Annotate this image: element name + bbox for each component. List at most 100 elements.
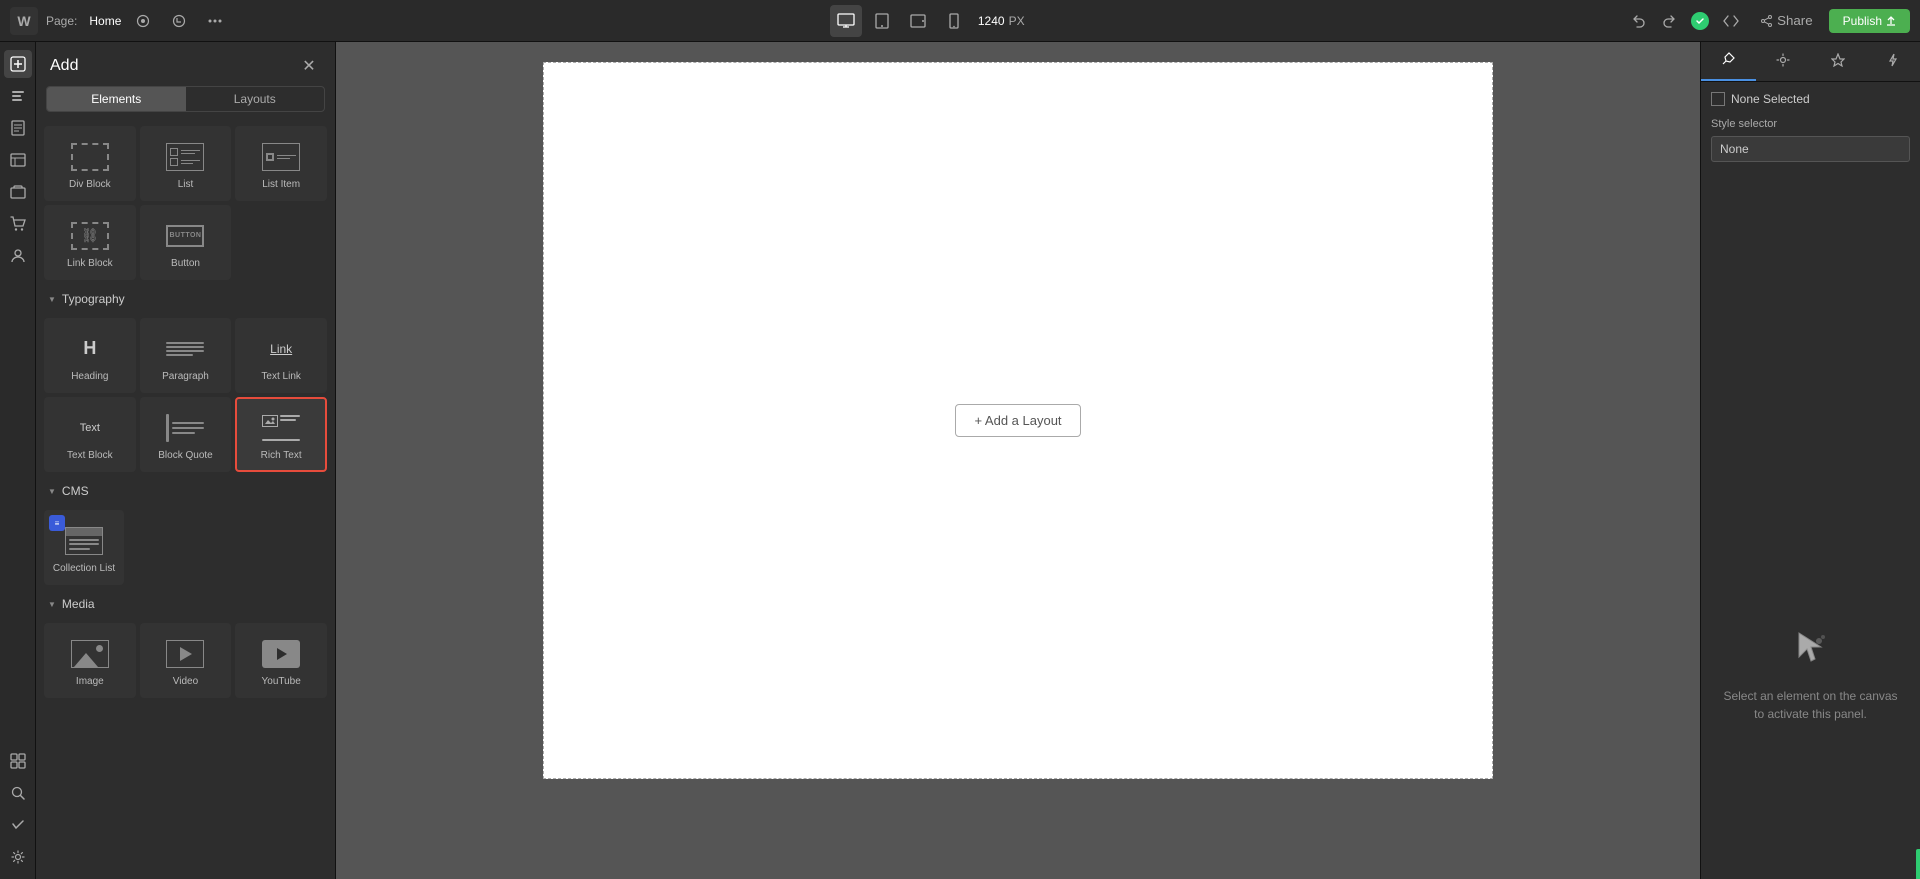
add-layout-button[interactable]: + Add a Layout [955,404,1080,437]
element-youtube[interactable]: YouTube [235,623,327,698]
typography-chevron: ▼ [48,295,56,304]
element-div-block[interactable]: Div Block [44,126,136,201]
media-section-header[interactable]: ▼ Media [36,591,335,617]
tablet-device-btn[interactable] [866,5,898,37]
page-name: Home [89,14,121,28]
cms-icon[interactable] [4,146,32,174]
close-panel-button[interactable]: ✕ [297,54,321,78]
right-panel-content: None Selected Style selector [1701,82,1920,471]
heading-icon: H [67,331,113,367]
cms-label: CMS [62,484,89,498]
collection-list-label: Collection List [53,563,115,575]
users-icon[interactable] [4,242,32,270]
text-block-icon: Text [67,410,113,446]
button-icon: BUTTON [162,218,208,254]
topbar-center: 1240 PX [830,5,1025,37]
link-block-icon: ⛓ [67,218,113,254]
heading-label: Heading [71,371,108,383]
page-label: Page: [46,14,77,28]
undo-preview-icon[interactable] [165,7,193,35]
style-selector-input[interactable] [1711,136,1910,162]
typography-label: Typography [62,292,125,306]
tab-style[interactable] [1701,42,1756,81]
pages-icon[interactable] [4,114,32,142]
typography-grid: H Heading Paragraph [36,312,335,478]
cms-chevron: ▼ [48,487,56,496]
tab-interactions[interactable] [1811,42,1866,81]
canvas-scroll[interactable]: + Add a Layout [336,42,1700,799]
element-button[interactable]: BUTTON Button [140,205,232,280]
topbar: W Page: Home 1240 PX [0,0,1920,42]
basic-elements-grid: Div Block [36,120,335,286]
canvas-bottom-bar [336,799,1700,879]
element-text-block[interactable]: Text Text Block [44,397,136,472]
add-panel: Add ✕ Elements Layouts Div Block [36,42,336,879]
element-text-link[interactable]: Link Text Link [235,318,327,393]
app-logo: W [10,7,38,35]
panel-content: Div Block [36,120,335,879]
tab-lightning[interactable] [1865,42,1920,81]
none-checkbox [1711,92,1725,106]
redo-button[interactable] [1655,7,1683,35]
element-link-block[interactable]: ⛓ Link Block [44,205,136,280]
integrations-icon[interactable] [4,747,32,775]
share-button[interactable]: Share [1753,9,1821,32]
tab-elements[interactable]: Elements [47,87,186,111]
dots-menu-icon[interactable] [201,7,229,35]
tab-layouts[interactable]: Layouts [186,87,325,111]
canvas-unit: PX [1009,14,1025,28]
element-rich-text[interactable]: Rich Text [235,397,327,472]
assets-icon[interactable] [4,178,32,206]
undo-redo-group [1625,7,1683,35]
page-settings-icon[interactable] [129,7,157,35]
publish-status-icon [1691,12,1709,30]
share-label: Share [1777,13,1813,28]
add-elements-icon[interactable] [4,50,32,78]
element-list[interactable]: List [140,126,232,201]
element-image[interactable]: Image [44,623,136,698]
canvas-page[interactable]: + Add a Layout [543,62,1493,779]
none-selected-label: None Selected [1731,92,1810,106]
rich-text-label: Rich Text [261,450,302,462]
code-editor-button[interactable] [1717,7,1745,35]
mobile-device-btn[interactable] [938,5,970,37]
undo-button[interactable] [1625,7,1653,35]
navigator-icon[interactable] [4,82,32,110]
element-heading[interactable]: H Heading [44,318,136,393]
div-block-label: Div Block [69,179,111,191]
video-label: Video [173,676,198,688]
right-panel-tabs [1701,42,1920,82]
ecommerce-icon[interactable] [4,210,32,238]
publish-button[interactable]: Publish [1829,9,1910,33]
tab-settings-right[interactable] [1756,42,1811,81]
publish-label: Publish [1843,14,1882,28]
element-block-quote[interactable]: Block Quote [140,397,232,472]
text-link-label: Text Link [261,371,300,383]
element-list-item[interactable]: List Item [235,126,327,201]
element-video[interactable]: Video [140,623,232,698]
search-icon[interactable] [4,779,32,807]
cursor-icon [1791,627,1831,675]
button-label: Button [171,258,200,270]
media-grid: Image Video YouTub [36,617,335,704]
cms-item-area: ≡ Collection List [36,504,335,591]
cms-section-header[interactable]: ▼ CMS [36,478,335,504]
typography-section-header[interactable]: ▼ Typography [36,286,335,312]
video-icon [162,636,208,672]
desktop-device-btn[interactable] [830,5,862,37]
tablet-landscape-btn[interactable] [902,5,934,37]
rich-text-icon [258,410,304,446]
element-paragraph[interactable]: Paragraph [140,318,232,393]
element-collection-list[interactable]: ≡ Collection List [44,510,124,585]
checklist-icon[interactable] [4,811,32,839]
youtube-icon [258,636,304,672]
text-link-icon: Link [258,331,304,367]
image-icon [67,636,113,672]
image-label: Image [76,676,104,688]
right-empty-state: Select an element on the canvas to activ… [1701,471,1920,879]
empty-state-text: Select an element on the canvas to activ… [1721,687,1900,723]
media-chevron: ▼ [48,600,56,609]
settings-icon[interactable] [4,843,32,871]
topbar-right: Share Publish [1625,7,1910,35]
list-icon [162,139,208,175]
